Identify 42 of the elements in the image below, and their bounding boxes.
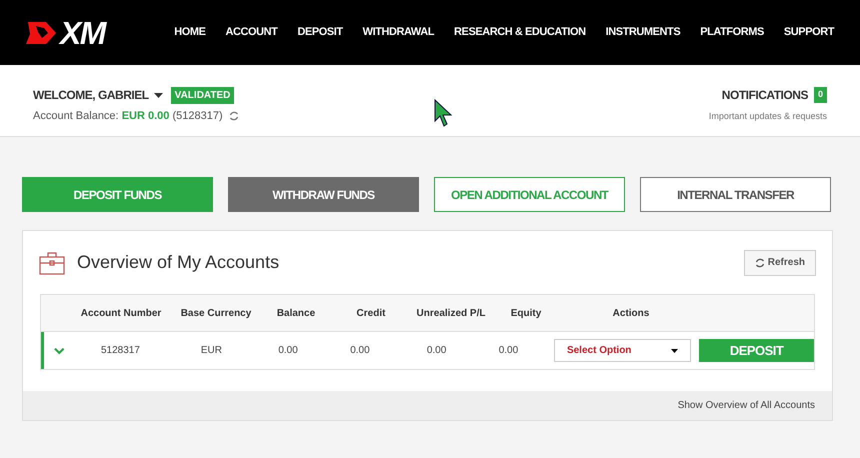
- refresh-button[interactable]: Refresh: [744, 250, 816, 276]
- show-all-accounts-link[interactable]: Show Overview of All Accounts: [678, 398, 815, 413]
- action-button[interactable]: WITHDRAW FUNDS: [228, 177, 419, 212]
- nav-link[interactable]: HOME: [174, 24, 206, 41]
- select-option-dropdown[interactable]: Select Option: [554, 339, 692, 362]
- column-header: Actions: [612, 306, 650, 320]
- column-header: Balance: [276, 306, 316, 320]
- account-balance: Account Balance: EUR 0.00 (5128317): [33, 109, 223, 124]
- nav-link[interactable]: RESEARCH & EDUCATION: [454, 24, 586, 41]
- table-cell-text: 5128317: [100, 344, 141, 358]
- table-cell-text: EUR: [200, 344, 223, 358]
- nav-link[interactable]: PLATFORMS: [700, 24, 764, 41]
- action-button[interactable]: INTERNAL TRANSFER: [640, 177, 831, 212]
- column-header: Account Number: [80, 306, 162, 320]
- nav-link[interactable]: DEPOSIT: [297, 24, 343, 41]
- welcome-dropdown[interactable]: WELCOME, GABRIEL: [33, 86, 163, 104]
- column-header: Credit: [356, 306, 386, 320]
- table-cell-text: 0.00: [498, 344, 520, 358]
- column-header: Base Currency: [180, 306, 252, 320]
- card-title: Overview of My Accounts: [77, 251, 280, 274]
- chevron-down-icon[interactable]: [54, 346, 65, 354]
- nav-link[interactable]: WITHDRAWAL: [362, 24, 434, 41]
- validated-badge: VALIDATED: [170, 86, 234, 104]
- table-cell-text: 0.00: [349, 344, 371, 358]
- nav-link[interactable]: INSTRUMENTS: [606, 24, 680, 41]
- notifications-subtitle: Important updates & requests: [708, 110, 827, 123]
- refresh-icon: [754, 258, 765, 268]
- table-cell-text: 0.00: [426, 344, 448, 358]
- nav-link[interactable]: SUPPORT: [784, 24, 834, 41]
- caret-icon: [671, 348, 678, 352]
- caret-icon: [154, 92, 163, 98]
- refresh-icon[interactable]: [228, 111, 239, 122]
- briefcase-icon: [39, 250, 65, 276]
- nav-link[interactable]: ACCOUNT: [226, 24, 278, 41]
- table-cell-text: 0.00: [277, 344, 299, 358]
- bull-logo-icon: [24, 20, 58, 46]
- notifications-title[interactable]: NOTIFICATIONS: [722, 86, 808, 104]
- notification-count: 0: [814, 87, 827, 103]
- column-header: Equity: [510, 306, 542, 320]
- column-header: Unrealized P/L: [416, 306, 486, 320]
- logo[interactable]: XM: [24, 8, 105, 56]
- cursor-icon: [434, 99, 454, 127]
